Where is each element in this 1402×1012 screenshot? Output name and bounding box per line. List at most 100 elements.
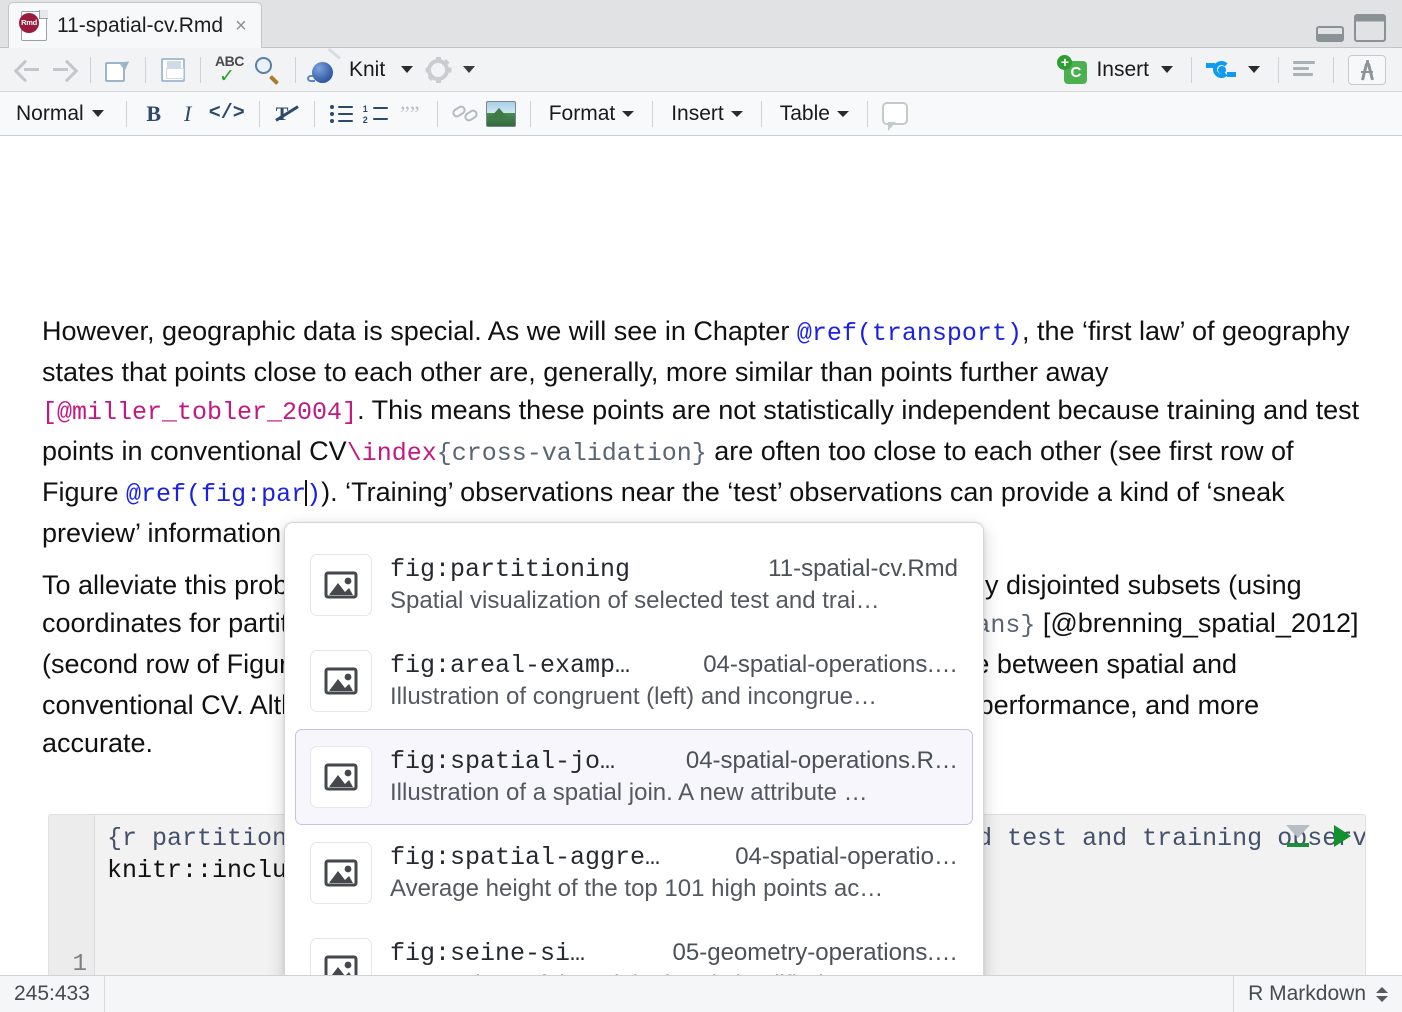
insert-chunk-icon: C +	[1057, 54, 1088, 84]
chunk-options-icon[interactable]	[1286, 825, 1310, 847]
insert-image-button[interactable]	[482, 97, 520, 131]
insert-chunk-button[interactable]: C + Insert	[1053, 53, 1153, 87]
xref-autocomplete-popup[interactable]: fig:partitioning 11-spatial-cv.Rmd Spatial…	[284, 522, 984, 975]
xref-suggestion-header: fig:seine-si… 05-geometry-operations.…	[390, 939, 958, 968]
gear-icon	[425, 56, 452, 83]
italic-button[interactable]: I	[171, 97, 205, 131]
toolbar-divider	[125, 100, 127, 127]
xref-suggestion-id: fig:seine-si…	[390, 939, 586, 968]
editor-tab-label: 11-spatial-cv.Rmd	[57, 13, 224, 37]
figure-thumbnail-icon	[310, 938, 372, 975]
plus-icon: +	[1057, 54, 1073, 70]
cursor-position-cell[interactable]: 245:433	[0, 976, 105, 1012]
toolbar-divider	[1333, 56, 1334, 83]
scope-cell	[105, 976, 1233, 1012]
xref-suggestion-text: fig:seine-si… 05-geometry-operations.… Com…	[390, 939, 958, 975]
toolbar-divider	[436, 100, 438, 127]
figure-thumbnail-icon	[310, 842, 372, 904]
xref-suggestion-file: 11-spatial-cv.Rmd	[768, 555, 958, 582]
paragraph-first-law[interactable]: However, geographic data is special. As …	[42, 312, 1360, 552]
xref-suggestion-header: fig:areal-examp… 04-spatial-operations.…	[390, 651, 958, 680]
editor-tab-11-spatial-cv[interactable]: Rmd 11-spatial-cv.Rmd ×	[8, 2, 262, 48]
output-options-button[interactable]	[421, 53, 455, 87]
figure-thumbnail-icon	[310, 746, 372, 808]
toolbar-divider	[313, 100, 315, 127]
toolbar-divider	[145, 56, 146, 83]
numbered-list-icon: 1 2	[363, 104, 389, 124]
document-type-select[interactable]: R Markdown	[1233, 976, 1402, 1012]
bold-button[interactable]: B	[137, 97, 171, 131]
xref-suggestion-id: fig:spatial-jo…	[390, 747, 616, 776]
xref-suggestion-item[interactable]: fig:seine-si… 05-geometry-operations.… Com…	[295, 921, 973, 975]
insert-chunk-label: Insert	[1096, 57, 1149, 81]
back-button[interactable]	[12, 53, 46, 87]
xref-suggestion-item[interactable]: fig:partitioning 11-spatial-cv.Rmd Spatial…	[295, 537, 973, 633]
arrow-back-icon	[16, 60, 42, 80]
format-menu[interactable]: Format	[541, 102, 643, 126]
forward-button[interactable]	[46, 53, 80, 87]
code-button[interactable]: </>	[205, 97, 249, 131]
insert-dropdown-caret-icon[interactable]	[1161, 66, 1173, 73]
insert-menu-label: Insert	[671, 101, 724, 125]
xref-suggestion-item[interactable]: fig:spatial-jo… 04-spatial-operations.R… I…	[295, 729, 973, 825]
output-options-caret-icon[interactable]	[463, 66, 476, 73]
xref-suggestion-description: Average height of the top 101 high point…	[390, 875, 884, 902]
format-menu-label: Format	[548, 101, 616, 125]
insert-link-button[interactable]	[448, 97, 482, 131]
citation-token: [@miller_tobler_2004]	[42, 398, 358, 427]
run-dropdown-caret-icon[interactable]	[1248, 66, 1260, 73]
citation-token: \index	[346, 439, 437, 468]
toolbar-divider	[529, 100, 531, 127]
document-outline-button[interactable]	[1289, 53, 1323, 87]
toolbar-divider	[760, 100, 762, 127]
toolbar-divider	[295, 56, 296, 83]
xref-suggestion-id: fig:partitioning	[390, 555, 631, 584]
toolbar-divider	[90, 56, 91, 83]
toolbar-divider	[1191, 56, 1192, 83]
run-chunk-play-icon[interactable]	[1334, 825, 1351, 847]
insert-menu[interactable]: Insert	[663, 102, 751, 126]
bullet-list-button[interactable]	[325, 97, 359, 131]
close-icon[interactable]: ×	[233, 16, 247, 36]
show-in-new-window-button[interactable]	[101, 53, 135, 87]
editor-tab-bar: Rmd 11-spatial-cv.Rmd ×	[0, 0, 1402, 48]
table-menu[interactable]: Table	[772, 102, 857, 126]
search-icon	[255, 56, 281, 85]
index-argument-token: {cross-validation}	[436, 439, 707, 468]
cross-reference-token: @ref(transport)	[796, 319, 1022, 348]
italic-label: I	[184, 100, 192, 126]
find-replace-button[interactable]	[251, 53, 285, 87]
rmarkdown-file-icon: Rmd	[19, 9, 48, 41]
blockquote-button[interactable]: ””	[393, 97, 427, 131]
image-icon	[485, 100, 516, 127]
xref-suggestion-header: fig:partitioning 11-spatial-cv.Rmd	[390, 555, 958, 584]
spellcheck-icon: ABC ✓	[215, 53, 247, 86]
chevron-down-icon[interactable]	[91, 110, 104, 117]
chunk-line-number: 1	[72, 951, 87, 975]
comment-button[interactable]	[878, 97, 912, 131]
bold-label: B	[146, 100, 162, 126]
xref-suggestion-text: fig:areal-examp… 04-spatial-operations.… I…	[390, 651, 958, 711]
run-chunk-button[interactable]	[1202, 53, 1240, 87]
arrow-forward-icon	[50, 60, 76, 80]
paragraph-style-select[interactable]: Normal	[12, 102, 116, 126]
maximize-icon[interactable]	[1354, 14, 1386, 42]
xref-suggestion-item[interactable]: fig:areal-examp… 04-spatial-operations.… I…	[295, 633, 973, 729]
cross-reference-token: @ref(fig:par	[126, 480, 307, 509]
xref-suggestion-item[interactable]: fig:spatial-aggre… 04-spatial-operatio… Av…	[295, 825, 973, 921]
document-canvas[interactable]: However, geographic data is special. As …	[0, 136, 1402, 975]
table-menu-label: Table	[779, 101, 830, 125]
chevron-down-icon	[836, 110, 849, 117]
save-button[interactable]	[156, 53, 190, 87]
spellcheck-button[interactable]: ABC ✓	[211, 53, 251, 87]
xref-suggestion-description: Illustration of congruent (left) and inc…	[390, 683, 877, 710]
toolbar-divider	[1278, 56, 1279, 83]
visual-editor-toggle[interactable]	[1344, 53, 1390, 87]
clear-formatting-button[interactable]: T	[270, 97, 304, 131]
chevron-updown-icon	[1376, 986, 1388, 1002]
numbered-list-button[interactable]: 1 2	[359, 97, 393, 131]
compass-icon	[1348, 54, 1386, 85]
knit-button[interactable]: Knit	[306, 47, 393, 87]
knit-dropdown-caret-icon[interactable]	[401, 66, 414, 73]
minimize-icon[interactable]	[1316, 26, 1344, 42]
